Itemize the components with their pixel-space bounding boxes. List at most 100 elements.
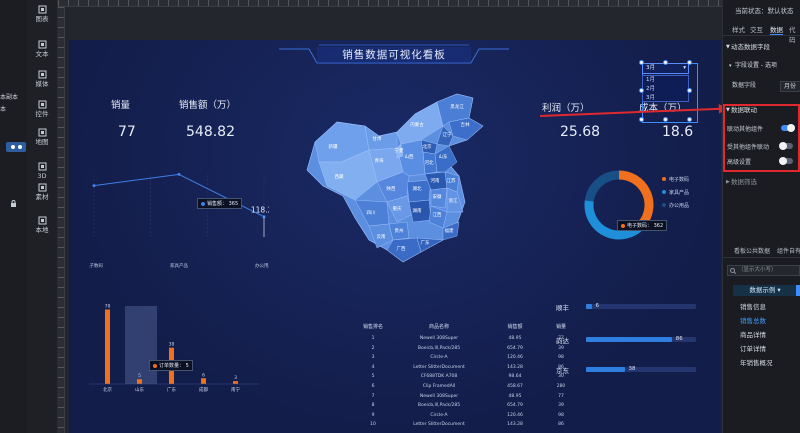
section-data-filter[interactable]: ▶ 数据筛选 [723,176,800,188]
dataset-item[interactable]: 商品详情 [740,329,766,339]
map-region-label: 浙江 [449,197,458,204]
dashboard-board: 销售数据可视化看板 销量 销售额（万） 77 548.82 利润（万） 成本（万… [69,40,721,433]
hbar-label: 韵达 [556,337,569,345]
bar[interactable] [105,309,110,384]
tooltip-label: 销售额： [207,201,228,207]
table-cell: 39 [558,403,564,409]
table-cell: 6 [371,384,375,389]
data-search-input[interactable]: （显示大小写） [727,265,800,276]
tool-chart[interactable]: 图表 [26,5,58,23]
panel-tabs: 样式 交互 数据 代码 [723,22,800,44]
table-cell: 39 [558,345,564,351]
section-dynamic-fields[interactable]: ▼ 动态数据字段 [723,41,800,53]
map-region-label: 吉林 [461,121,470,128]
section-dynamic-fields-label: 动态数据字段 [731,43,770,51]
map-region-label: 青海 [375,157,384,164]
table-cell: 3 [371,355,375,361]
bar[interactable] [137,379,142,384]
china-map[interactable]: 新疆西藏 青海 甘肃 内蒙古 黑龙江吉林辽宁北京河北 山西陕西四川 重庆云南 贵州广西 广东 湖南… [297,92,487,267]
dataset-item[interactable]: 订单详情 [740,343,766,353]
map-region-label: 江苏 [447,177,456,184]
state-value[interactable]: 默认状态 [768,7,794,15]
tool-3d[interactable]: 3D [26,162,58,180]
kpi-value-sales-amount: 548.82 [186,124,235,140]
legend-swatch [662,203,666,207]
rail-text: 本 [0,106,7,113]
tab-component-data[interactable]: 组件自有 [777,246,800,255]
month-option-3[interactable]: 3月 [643,94,688,103]
bar-x-tick: 南宁 [231,386,240,393]
tab-interaction[interactable]: 交互 [750,24,763,34]
hbar-value: 6 [595,303,600,309]
bar-chart[interactable]: 78 北京 5 山东 38 广东 6 成都 3 南宁 [89,292,259,400]
hbar-fill[interactable] [586,304,592,309]
table-cell: Circle-A [430,412,448,418]
hbar-label: 京东 [556,367,569,375]
lock-icon[interactable] [10,200,17,207]
month-option-2[interactable]: 2月 [643,85,688,94]
data-sample-chip[interactable]: 数据示例 ▾ [733,285,797,296]
bar[interactable] [201,378,206,384]
table-cell: 10 [370,422,376,428]
resize-handle-ml[interactable] [639,88,644,93]
bar-hover-band [125,306,157,384]
layer-visibility-control[interactable] [6,142,26,152]
resize-handle-bl[interactable] [639,117,644,122]
search-icon [730,268,736,274]
tab-style[interactable]: 样式 [732,24,745,34]
tool-label: 文本 [35,50,49,58]
kpi-value-cost: 18.6 [662,124,694,140]
hbar-fill[interactable] [586,367,625,372]
kpi-value-sales-volume: 77 [118,124,136,140]
map-region-label: 贵州 [395,227,404,234]
rail-text-copy: 本副本 [0,94,19,101]
bar[interactable] [233,381,238,384]
dataset-item[interactable]: 销售信息 [740,301,766,311]
resize-handle-bc[interactable] [663,117,668,122]
table-cell: 86 [558,422,564,428]
hbar-label: 顺丰 [556,304,569,312]
donut-slice[interactable] [584,170,620,202]
dataset-item[interactable]: 销售总数 [740,315,766,325]
tool-map[interactable]: 地图 [26,128,58,146]
tool-control[interactable]: 控件 [26,100,58,118]
map-region-label: 山西 [405,153,414,160]
asset-icon [38,183,46,192]
line-chart[interactable]: 电子数码 家具产品 办公用品 118.21 [89,155,269,270]
resize-handle-mr[interactable] [687,88,692,93]
hbar-fill[interactable] [586,337,672,342]
month-option-1[interactable]: 1月 [643,76,688,85]
line-point[interactable] [177,172,181,176]
tooltip-value: 5 [185,363,189,369]
tool-media[interactable]: 媒体 [26,70,58,88]
map-region-label: 西藏 [335,173,344,180]
donut-slice[interactable] [618,170,654,228]
table-cell: 7 [371,393,375,399]
donut-chart[interactable]: 电子数码家具产品办公用品 [579,165,714,245]
tool-local[interactable]: 本地 [26,216,58,234]
tab-public-data[interactable]: 看板公共数据 [734,246,770,255]
bottom-tabs: 看板公共数据 组件自有 [723,244,800,258]
section-data-filter-label: 数据筛选 [731,178,757,186]
resize-handle-tl[interactable] [639,60,644,65]
tab-data[interactable]: 数据 [770,24,783,35]
table-cell: 1 [371,336,375,341]
dashboard-title-frame: 销售数据可视化看板 [279,43,509,65]
map-region-label: 内蒙古 [410,121,424,128]
map-region-label: 福建 [445,227,454,234]
search-placeholder: （显示大小写） [738,267,777,273]
tool-text[interactable]: 文本 [26,40,58,58]
resize-handle-br[interactable] [687,117,692,122]
resize-handle-tr[interactable] [687,60,692,65]
section-field-options-label: 字段设置 - 选项 [735,62,777,69]
resize-handle-tc[interactable] [663,60,668,65]
section-field-options[interactable]: ▾ 字段设置 - 选项 [723,60,800,72]
field-select[interactable]: 月份 [780,81,800,92]
bar-data-label: 78 [105,303,111,309]
chip-action[interactable] [796,285,800,296]
tool-asset[interactable]: 素材 [26,183,58,201]
dataset-item[interactable]: 年销售概况 [740,357,773,367]
bar-data-label: 3 [234,375,237,381]
table-cell: 143.28 [507,364,523,370]
line-point[interactable] [92,184,96,188]
